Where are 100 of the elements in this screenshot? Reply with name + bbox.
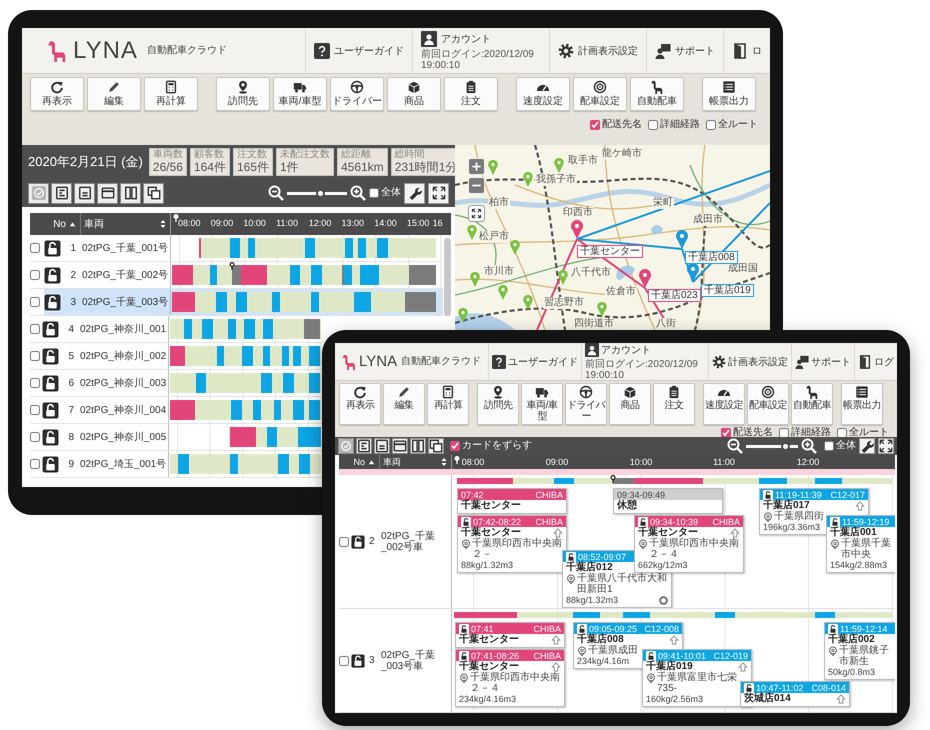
map-marker-icon[interactable] — [639, 269, 651, 288]
toolbar-button[interactable]: 車両/車型 — [521, 383, 563, 425]
expand-button[interactable] — [878, 438, 894, 454]
table-row[interactable]: 3 02tPG_千葉_003号 — [44, 289, 443, 315]
schedule-bar[interactable] — [232, 265, 241, 285]
toolbar-button[interactable]: 再表示 — [339, 383, 381, 425]
wrench-button[interactable] — [404, 182, 425, 204]
toolbar-button[interactable]: 編集 — [87, 77, 141, 111]
schedule-bar[interactable] — [283, 373, 294, 393]
view-tab[interactable] — [97, 182, 118, 204]
sort-ascending-icon[interactable] — [69, 220, 76, 228]
nav-button[interactable]: ロ — [732, 42, 762, 58]
zoom-out-button[interactable] — [468, 177, 485, 194]
toolbar-button[interactable]: 訪問先 — [216, 77, 270, 111]
schedule-bar[interactable] — [242, 346, 254, 366]
expand-button[interactable] — [428, 182, 449, 204]
padlock-icon[interactable] — [744, 682, 754, 692]
schedule-bar[interactable] — [266, 427, 278, 447]
table-row[interactable]: 5 02tPG_神奈川_002 — [42, 343, 322, 369]
schedule-bar[interactable] — [172, 265, 193, 285]
map-marker-icon[interactable] — [676, 230, 688, 249]
schedule-bar[interactable] — [230, 238, 240, 258]
toolbar-button[interactable]: 車両/車型 — [273, 77, 327, 111]
checkbox[interactable] — [450, 441, 460, 451]
view-tab[interactable] — [143, 182, 164, 204]
schedule-bar[interactable] — [282, 346, 290, 366]
table-row[interactable] — [339, 609, 895, 713]
toolbar-button[interactable]: 配車設定 — [573, 77, 627, 111]
toolbar-button[interactable]: 商品 — [609, 383, 651, 425]
nav-button[interactable]: サポート — [795, 354, 851, 368]
checkbox[interactable] — [30, 432, 40, 442]
checkbox[interactable] — [30, 324, 40, 334]
table-row[interactable]: 4 02tPG_神奈川_001 — [42, 316, 322, 342]
checkbox[interactable] — [837, 428, 847, 438]
zoom-out-icon[interactable] — [268, 185, 284, 201]
toolbar-button[interactable]: 自動配車 — [791, 383, 833, 425]
toolbar-button[interactable]: ドライバー — [330, 77, 384, 111]
up-arrow-icon[interactable] — [836, 694, 846, 704]
padlock-icon[interactable] — [42, 456, 59, 472]
schedule-bar[interactable] — [170, 346, 186, 366]
nav-button[interactable]: ログ — [858, 354, 894, 368]
padlock-icon[interactable] — [646, 650, 656, 660]
padlock-icon[interactable] — [638, 516, 648, 526]
schedule-bar[interactable] — [613, 478, 634, 484]
scrollbar-thumb[interactable] — [444, 238, 451, 316]
toolbar-button[interactable]: 商品 — [387, 77, 441, 111]
checkbox[interactable] — [339, 656, 349, 666]
nav-button[interactable]: アカウント — [421, 30, 491, 46]
up-arrow-icon[interactable] — [669, 634, 679, 644]
column-header[interactable]: No — [353, 457, 365, 467]
view-tab[interactable] — [410, 438, 426, 454]
schedule-bar[interactable] — [345, 238, 354, 258]
toolbar-button[interactable]: 自動配車 — [630, 77, 684, 111]
checkbox[interactable] — [590, 120, 600, 130]
schedule-bar[interactable] — [172, 292, 195, 312]
view-tab[interactable] — [74, 182, 95, 204]
stop-label[interactable]: 千葉センター — [577, 245, 643, 258]
map-marker-icon[interactable] — [523, 172, 533, 187]
toolbar-button[interactable]: 再計算 — [427, 383, 469, 425]
ring-icon[interactable] — [659, 596, 668, 604]
nav-button[interactable]: サポート — [655, 42, 715, 58]
table-row[interactable]: 8 02tPG_神奈川_005 — [42, 424, 322, 450]
checkbox[interactable] — [30, 243, 40, 253]
schedule-card[interactable]: 07:42-08:22 CHIBA 千葉センター 千葉県印西市中央南２－ 88kg/1.32m3 — [457, 515, 567, 573]
padlock-icon[interactable] — [577, 624, 587, 634]
schedule-bar[interactable] — [278, 454, 290, 474]
zoom-out-icon[interactable] — [727, 438, 743, 454]
view-tab[interactable] — [392, 438, 408, 454]
view-tab[interactable] — [356, 438, 372, 454]
toolbar-button[interactable]: 訪問先 — [477, 383, 519, 425]
nav-button[interactable]: ユーザーガイド — [492, 354, 578, 368]
up-arrow-icon[interactable] — [738, 662, 748, 672]
schedule-card[interactable]: 09:34-10:39 CHIBA 千葉センター 千葉県印西市中央南２－４ 662kg/12m3 — [634, 515, 744, 573]
nav-button[interactable]: 計画表示設定 — [558, 42, 638, 58]
schedule-bar[interactable] — [196, 373, 206, 393]
view-tab[interactable] — [51, 182, 72, 204]
checkbox[interactable] — [30, 378, 40, 388]
checkbox[interactable] — [30, 459, 40, 469]
schedule-bar[interactable] — [253, 400, 262, 420]
view-tab[interactable] — [374, 438, 390, 454]
toolbar-button[interactable]: 注文 — [444, 77, 498, 111]
map-marker-icon[interactable] — [597, 302, 607, 317]
schedule-bar[interactable] — [376, 238, 388, 258]
schedule-bar[interactable] — [304, 238, 316, 258]
schedule-card[interactable]: 07:41-08:26 CHIBA 千葉センター 千葉県印西市中央南２－４ 234kg/4.16m3 — [455, 649, 565, 707]
padlock-icon[interactable] — [763, 490, 773, 500]
padlock-icon[interactable] — [566, 552, 576, 562]
checkbox[interactable] — [30, 405, 40, 415]
toolbar-button[interactable]: 速度設定 — [703, 383, 745, 425]
stop-label[interactable]: 千葉店019 — [701, 284, 754, 297]
padlock-icon[interactable] — [351, 654, 365, 668]
padlock-icon[interactable] — [42, 402, 59, 418]
view-tab[interactable] — [428, 438, 444, 454]
view-tab[interactable] — [120, 182, 141, 204]
checkbox[interactable] — [721, 428, 731, 438]
wrench-button[interactable] — [859, 438, 875, 454]
up-arrow-icon[interactable] — [730, 528, 740, 538]
map-marker-icon[interactable] — [571, 220, 583, 239]
schedule-bar[interactable] — [342, 265, 344, 285]
map-marker-icon[interactable] — [510, 240, 520, 255]
